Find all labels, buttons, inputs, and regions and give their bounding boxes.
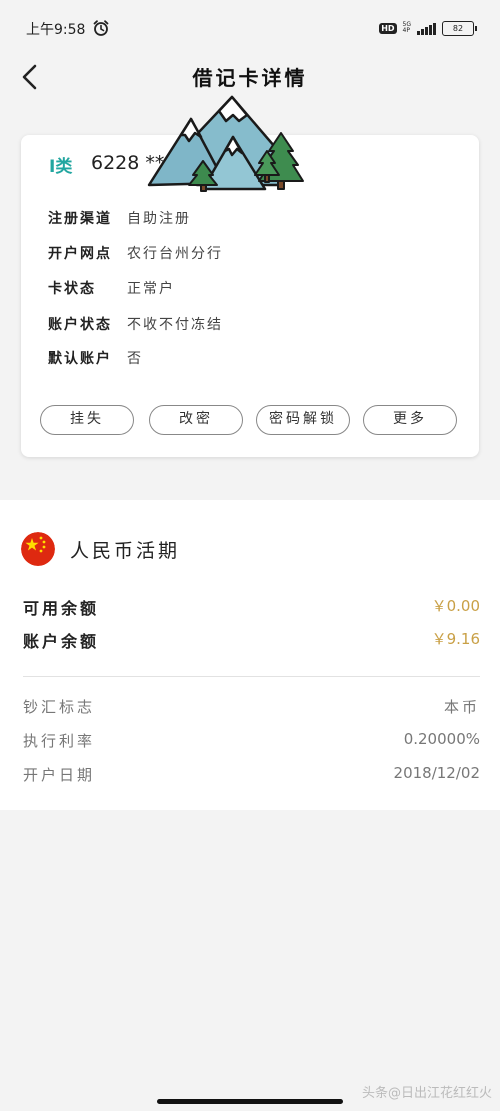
hd-badge: HD xyxy=(379,22,397,34)
status-icons: HD 5G 4P 82 xyxy=(379,19,477,37)
available-balance-row: 可用余额 ￥0.00 xyxy=(23,595,480,619)
meta-row-currency-flag: 钞汇标志 本币 xyxy=(23,696,480,717)
meta-label: 开户日期 xyxy=(23,766,96,784)
info-row-card-status: 卡状态 正常户 xyxy=(48,278,175,298)
info-row-branch: 开户网点 农行台州分行 xyxy=(48,243,223,263)
battery-icon: 82 xyxy=(442,20,477,36)
info-label: 卡状态 xyxy=(48,281,96,297)
meta-label: 执行利率 xyxy=(23,732,96,750)
info-label: 开户网点 xyxy=(48,246,112,262)
meta-row-open-date: 开户日期 2018/12/02 xyxy=(23,764,480,785)
info-row-default-account: 默认账户 否 xyxy=(48,348,143,368)
meta-value: 0.20000% xyxy=(403,730,480,748)
info-row-register-channel: 注册渠道 自助注册 xyxy=(48,208,191,228)
network-type: 5G 4P xyxy=(403,22,411,34)
top-area: 上午9:58 HD 5G 4P 82 借记卡详情 I类 6228 ** 注册渠道… xyxy=(0,0,500,487)
watermark-text: 头条@日出江花红红火 xyxy=(361,1086,492,1101)
china-flag-icon xyxy=(21,532,55,566)
meta-label: 钞汇标志 xyxy=(23,698,96,716)
info-value: 不收不付冻结 xyxy=(127,317,223,333)
info-label: 默认账户 xyxy=(48,351,112,367)
available-balance-label: 可用余额 xyxy=(23,599,100,618)
info-label: 账户状态 xyxy=(48,317,112,333)
meta-value: 本币 xyxy=(443,698,480,716)
mountain-sticker xyxy=(147,95,304,192)
info-row-account-status: 账户状态 不收不付冻结 xyxy=(48,314,223,334)
info-value: 否 xyxy=(127,351,143,367)
account-balance-label: 账户余额 xyxy=(23,632,100,651)
signal-icon xyxy=(417,22,436,35)
account-balance-value: ￥9.16 xyxy=(431,630,480,648)
report-loss-button[interactable]: 挂失 xyxy=(40,405,134,435)
account-section: 人民币活期 可用余额 ￥0.00 账户余额 ￥9.16 钞汇标志 本币 执行利率… xyxy=(0,500,500,810)
meta-row-interest-rate: 执行利率 0.20000% xyxy=(23,730,480,751)
alarm-clock-icon xyxy=(93,20,109,36)
card-info-panel: I类 6228 ** 注册渠道 自助注册 开户网点 农行台州分行 卡状态 正常户… xyxy=(21,95,479,457)
page-title: 借记卡详情 xyxy=(192,66,308,90)
card-type-label: I类 xyxy=(49,157,73,177)
account-title: 人民币活期 xyxy=(70,540,181,562)
available-balance-value: ￥0.00 xyxy=(431,597,480,615)
info-value: 正常户 xyxy=(127,281,175,297)
change-pin-button[interactable]: 改密 xyxy=(149,405,243,435)
network-sub: 4P xyxy=(402,27,410,34)
more-button[interactable]: 更多 xyxy=(363,405,457,435)
info-label: 注册渠道 xyxy=(48,211,112,227)
status-time: 上午9:58 xyxy=(26,22,86,38)
meta-value: 2018/12/02 xyxy=(393,764,480,782)
account-balance-row: 账户余额 ￥9.16 xyxy=(23,628,480,652)
unlock-pin-button[interactable]: 密码解锁 xyxy=(256,405,350,435)
divider xyxy=(23,676,480,677)
info-value: 农行台州分行 xyxy=(127,246,223,262)
home-indicator[interactable] xyxy=(157,1099,343,1104)
info-value: 自助注册 xyxy=(127,211,191,227)
